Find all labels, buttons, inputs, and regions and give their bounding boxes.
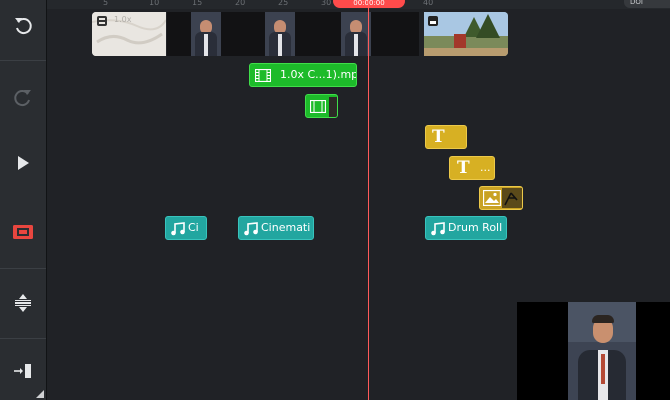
video-frame-thumbnail — [341, 12, 371, 56]
audio-clip-label: Cinemati — [261, 221, 311, 234]
play-button[interactable] — [0, 144, 46, 182]
audio-clip-label: Ci — [188, 221, 199, 234]
audio-layer-clip[interactable]: Ci — [165, 216, 207, 240]
image-layer-clip[interactable] — [479, 186, 523, 210]
music-note-icon — [431, 222, 445, 236]
left-toolbar — [0, 0, 47, 400]
ruler-tick-label: 25 — [278, 0, 289, 7]
video-frame-thumbnail — [191, 12, 221, 56]
audio-layer-clip[interactable]: Cinemati — [238, 216, 314, 240]
film-icon — [310, 100, 326, 113]
ruler-tick-label: 30 — [321, 0, 332, 7]
text-clip-label: ... — [480, 161, 491, 174]
text-layer-icon: T — [457, 158, 470, 178]
ruler-tick-label: 40 — [423, 0, 434, 7]
main-track-clip-photo[interactable] — [424, 12, 508, 56]
export-icon — [14, 364, 31, 378]
video-frame-thumbnail — [265, 12, 295, 56]
text-layer-clip[interactable]: T ... — [449, 156, 495, 180]
audio-layer-clip[interactable]: Drum Roll — [425, 216, 507, 240]
redo-icon — [14, 90, 31, 107]
clip-thumbnail — [329, 97, 337, 117]
export-button[interactable] — [0, 352, 46, 390]
top-right-badge[interactable]: DOI — [624, 0, 670, 8]
toolbar-divider — [0, 268, 46, 269]
ruler-tick-label: 5 — [103, 0, 109, 7]
music-note-icon — [171, 222, 185, 236]
toolbar-divider — [0, 60, 46, 61]
clip-speed-label: 1.0x — [114, 15, 132, 24]
screen-icon — [13, 225, 33, 239]
preview-frame — [568, 302, 636, 400]
main-track-clip-image[interactable]: 1.0x — [92, 12, 166, 56]
redo-button[interactable] — [0, 78, 46, 116]
film-icon — [255, 69, 271, 82]
image-layer-icon — [97, 16, 107, 26]
video-clip-label: 1.0x C...1).mp4 — [280, 68, 357, 81]
preview-toggle-button[interactable] — [0, 213, 46, 251]
play-icon — [18, 156, 29, 170]
corner-triangle-icon — [36, 390, 44, 398]
expand-vertical-icon — [15, 294, 31, 312]
audio-clip-label: Drum Roll — [448, 221, 503, 234]
toolbar-divider — [0, 338, 46, 339]
playhead-line[interactable] — [368, 0, 369, 400]
playhead-time[interactable]: 00:00:00 — [333, 0, 405, 8]
video-preview[interactable] — [517, 302, 670, 400]
ruler-tick-label: 15 — [192, 0, 203, 7]
text-layer-clip[interactable]: T — [425, 125, 467, 149]
undo-button[interactable] — [0, 6, 46, 44]
clip-thumbnail — [502, 188, 522, 208]
video-layer-clip-small[interactable] — [305, 94, 338, 118]
main-track-clip-video[interactable] — [167, 12, 419, 56]
ruler-tick-label: 10 — [149, 0, 160, 7]
video-layer-clip[interactable]: 1.0x C...1).mp4 — [249, 63, 357, 87]
music-note-icon — [244, 222, 258, 236]
ruler-tick-label: 20 — [235, 0, 246, 7]
undo-icon — [15, 18, 32, 35]
adjust-layers-button[interactable] — [0, 284, 46, 322]
photo-layer-icon — [428, 16, 438, 26]
text-layer-icon: T — [432, 127, 445, 147]
image-icon — [483, 190, 501, 206]
